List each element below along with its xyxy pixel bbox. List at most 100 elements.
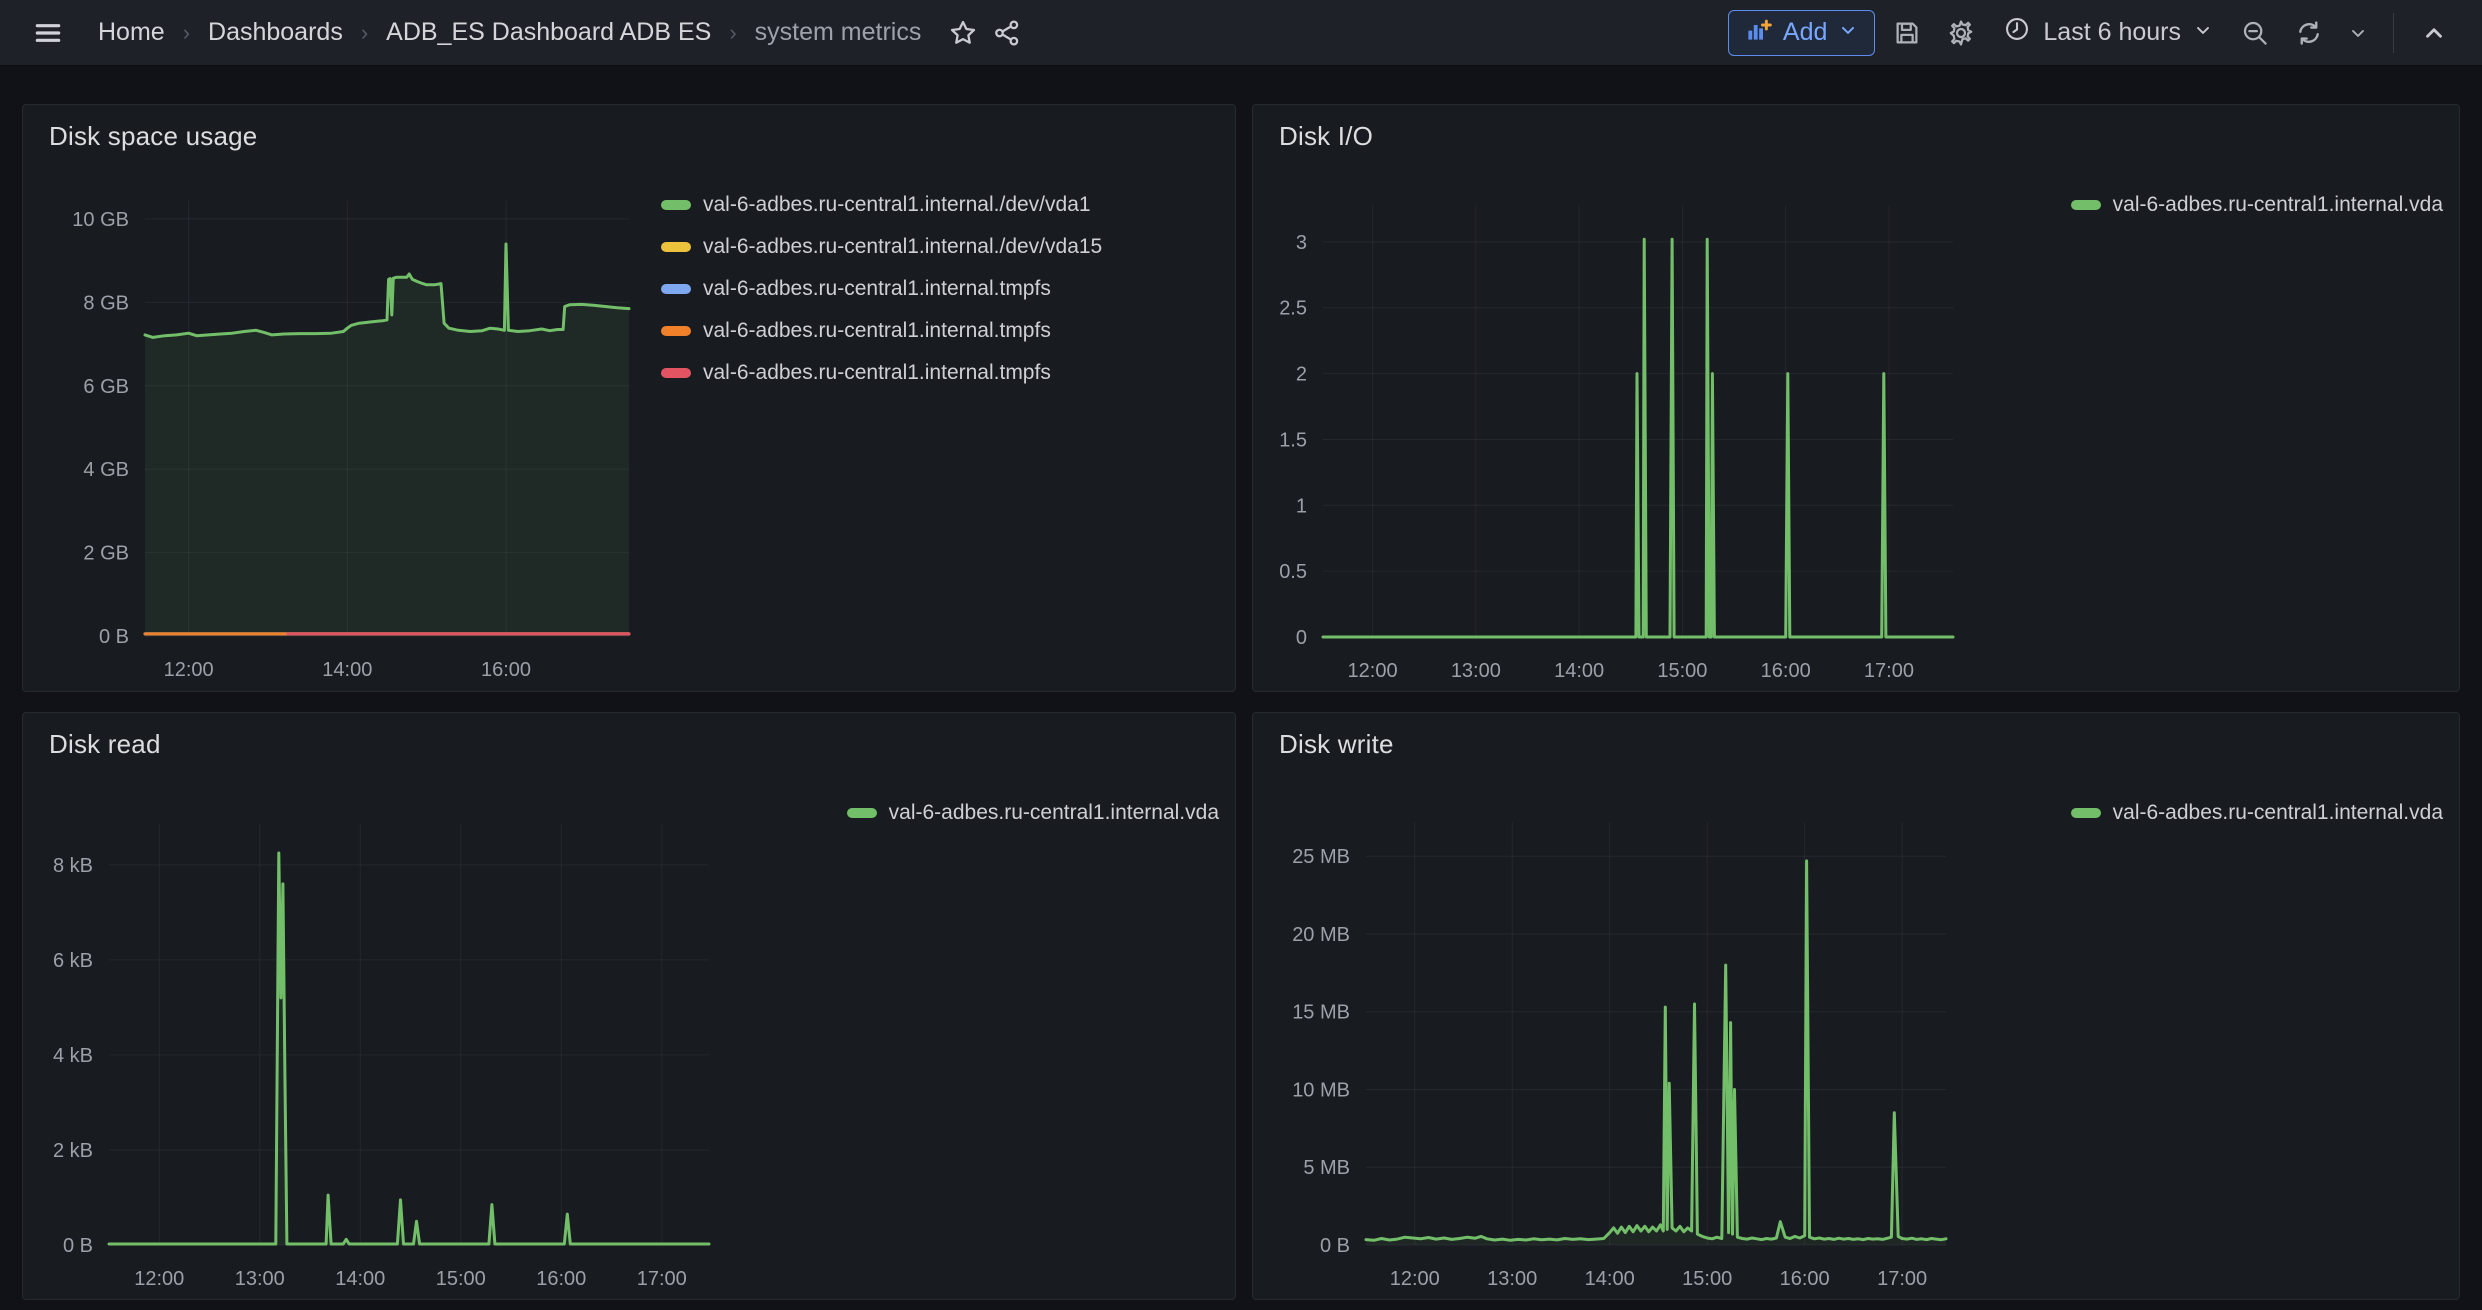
legend-series-swatch	[847, 808, 877, 818]
legend-series-label: val-6-adbes.ru-central1.internal.tmpfs	[703, 277, 1051, 301]
refresh-interval-dropdown[interactable]	[2341, 11, 2375, 55]
chart-legend: val-6-adbes.ru-central1.internal./dev/vd…	[661, 193, 1102, 385]
dashboard-settings-button[interactable]	[1939, 11, 1983, 55]
svg-text:1: 1	[1296, 495, 1307, 517]
svg-text:2 GB: 2 GB	[83, 543, 129, 565]
legend-series-swatch	[661, 368, 691, 378]
svg-text:15 MB: 15 MB	[1292, 1002, 1350, 1024]
legend-series-swatch	[2071, 808, 2101, 818]
chevron-down-icon	[2348, 23, 2368, 43]
share-icon	[992, 18, 1022, 48]
svg-text:10 MB: 10 MB	[1292, 1079, 1350, 1101]
star-icon	[948, 18, 978, 48]
legend-item[interactable]: val-6-adbes.ru-central1.internal.vda	[847, 801, 1219, 825]
svg-text:13:00: 13:00	[1451, 660, 1501, 682]
svg-text:2: 2	[1296, 364, 1307, 386]
add-button-label: Add	[1783, 18, 1827, 47]
chart-legend: val-6-adbes.ru-central1.internal.vda	[2071, 193, 2443, 217]
save-dashboard-button[interactable]	[1885, 11, 1929, 55]
breadcrumb-separator: ›	[353, 20, 376, 46]
svg-text:25 MB: 25 MB	[1292, 846, 1350, 868]
svg-text:14:00: 14:00	[322, 659, 372, 681]
svg-text:4 GB: 4 GB	[83, 459, 129, 481]
chevron-down-icon	[2193, 18, 2213, 47]
svg-text:13:00: 13:00	[1487, 1268, 1537, 1290]
svg-text:0 B: 0 B	[63, 1235, 93, 1257]
nav-divider	[2393, 13, 2394, 53]
legend-series-swatch	[661, 242, 691, 252]
legend-item[interactable]: val-6-adbes.ru-central1.internal.vda	[2071, 801, 2443, 825]
svg-text:13:00: 13:00	[235, 1268, 285, 1290]
hamburger-icon	[32, 17, 64, 49]
chart-legend: val-6-adbes.ru-central1.internal.vda	[847, 801, 1219, 825]
svg-text:0: 0	[1296, 627, 1307, 649]
svg-text:17:00: 17:00	[1877, 1268, 1927, 1290]
breadcrumb-current-page: system metrics	[749, 14, 928, 51]
legend-series-swatch	[661, 284, 691, 294]
svg-text:16:00: 16:00	[481, 659, 531, 681]
svg-text:14:00: 14:00	[335, 1268, 385, 1290]
add-panel-icon	[1745, 16, 1772, 50]
svg-text:0 B: 0 B	[99, 626, 129, 648]
svg-text:2 kB: 2 kB	[53, 1140, 93, 1162]
svg-text:16:00: 16:00	[1761, 660, 1811, 682]
breadcrumb-dashboard-name[interactable]: ADB_ES Dashboard ADB ES	[380, 14, 717, 51]
menu-button[interactable]	[26, 11, 70, 55]
legend-item[interactable]: val-6-adbes.ru-central1.internal.tmpfs	[661, 277, 1102, 301]
svg-text:14:00: 14:00	[1554, 660, 1604, 682]
top-nav: Home › Dashboards › ADB_ES Dashboard ADB…	[0, 0, 2482, 66]
panel-disk-read: Disk read 12:0013:0014:0015:0016:0017:00…	[22, 712, 1236, 1300]
zoom-out-icon	[2240, 18, 2270, 48]
svg-text:0 B: 0 B	[1320, 1235, 1350, 1257]
refresh-icon	[2294, 18, 2324, 48]
svg-text:12:00: 12:00	[1348, 660, 1398, 682]
svg-text:12:00: 12:00	[134, 1268, 184, 1290]
legend-series-label: val-6-adbes.ru-central1.internal./dev/vd…	[703, 193, 1091, 217]
svg-text:15:00: 15:00	[1657, 660, 1707, 682]
svg-text:8 GB: 8 GB	[83, 292, 129, 314]
time-range-label: Last 6 hours	[2043, 18, 2181, 47]
collapse-toolbar-button[interactable]	[2412, 11, 2456, 55]
svg-text:0.5: 0.5	[1279, 561, 1307, 583]
legend-series-label: val-6-adbes.ru-central1.internal.vda	[889, 801, 1219, 825]
legend-series-label: val-6-adbes.ru-central1.internal.vda	[2113, 801, 2443, 825]
legend-series-swatch	[661, 326, 691, 336]
breadcrumb-separator: ›	[721, 20, 744, 46]
panel-disk-write: Disk write 12:0013:0014:0015:0016:0017:0…	[1252, 712, 2460, 1300]
legend-item[interactable]: val-6-adbes.ru-central1.internal.tmpfs	[661, 361, 1102, 385]
legend-item[interactable]: val-6-adbes.ru-central1.internal./dev/vd…	[661, 193, 1102, 217]
favorite-star-button[interactable]	[941, 11, 985, 55]
breadcrumb: Home › Dashboards › ADB_ES Dashboard ADB…	[92, 14, 927, 51]
breadcrumb-dashboards[interactable]: Dashboards	[202, 14, 349, 51]
svg-text:2.5: 2.5	[1279, 298, 1307, 320]
add-button[interactable]: Add	[1728, 10, 1875, 56]
svg-text:12:00: 12:00	[164, 659, 214, 681]
svg-text:17:00: 17:00	[1864, 660, 1914, 682]
breadcrumb-home[interactable]: Home	[92, 14, 171, 51]
panel-disk-space-usage: Disk space usage 12:0014:0016:000 B2 GB4…	[22, 104, 1236, 692]
time-range-picker[interactable]: Last 6 hours	[1993, 10, 2223, 56]
legend-item[interactable]: val-6-adbes.ru-central1.internal.vda	[2071, 193, 2443, 217]
svg-text:15:00: 15:00	[436, 1268, 486, 1290]
svg-text:5 MB: 5 MB	[1303, 1157, 1350, 1179]
svg-text:20 MB: 20 MB	[1292, 924, 1350, 946]
chevron-up-icon	[2421, 20, 2447, 46]
share-button[interactable]	[985, 11, 1029, 55]
chevron-down-icon	[1838, 18, 1858, 47]
legend-item[interactable]: val-6-adbes.ru-central1.internal./dev/vd…	[661, 235, 1102, 259]
svg-text:1.5: 1.5	[1279, 429, 1307, 451]
svg-text:6 GB: 6 GB	[83, 376, 129, 398]
svg-text:4 kB: 4 kB	[53, 1045, 93, 1067]
zoom-out-button[interactable]	[2233, 11, 2277, 55]
panel-disk-io: Disk I/O 12:0013:0014:0015:0016:0017:000…	[1252, 104, 2460, 692]
legend-series-swatch	[2071, 200, 2101, 210]
svg-text:15:00: 15:00	[1682, 1268, 1732, 1290]
gear-icon	[1946, 18, 1976, 48]
legend-series-label: val-6-adbes.ru-central1.internal.vda	[2113, 193, 2443, 217]
refresh-button[interactable]	[2287, 11, 2331, 55]
svg-text:14:00: 14:00	[1585, 1268, 1635, 1290]
svg-text:16:00: 16:00	[1780, 1268, 1830, 1290]
svg-text:16:00: 16:00	[536, 1268, 586, 1290]
nav-actions: Add Last 6 hours	[1728, 10, 2456, 56]
legend-item[interactable]: val-6-adbes.ru-central1.internal.tmpfs	[661, 319, 1102, 343]
